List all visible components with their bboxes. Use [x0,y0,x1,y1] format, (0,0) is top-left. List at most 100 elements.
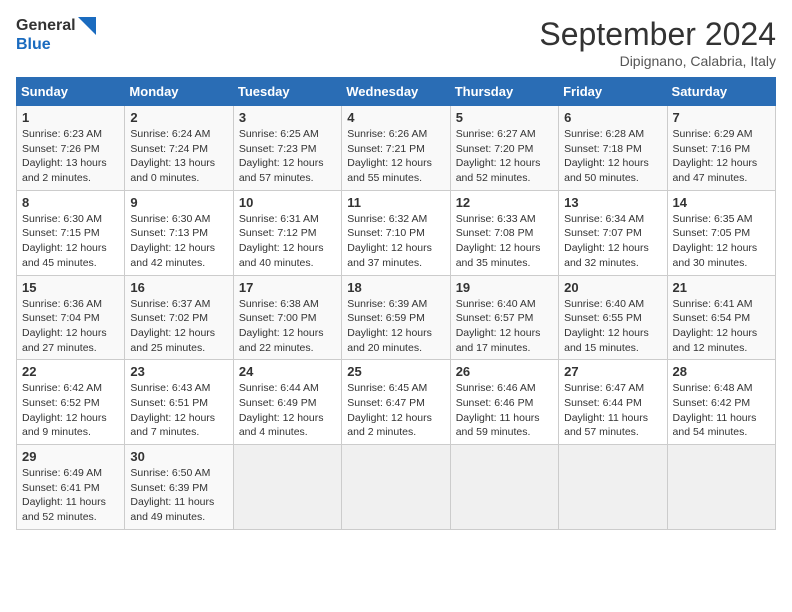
day-number: 2 [130,110,227,125]
calendar-cell: 17 Sunrise: 6:38 AM Sunset: 7:00 PM Dayl… [233,275,341,360]
day-number: 23 [130,364,227,379]
day-number: 9 [130,195,227,210]
day-info: Sunrise: 6:33 AM Sunset: 7:08 PM Dayligh… [456,212,553,271]
calendar-cell: 26 Sunrise: 6:46 AM Sunset: 6:46 PM Dayl… [450,360,558,445]
day-info: Sunrise: 6:23 AM Sunset: 7:26 PM Dayligh… [22,127,119,186]
column-header-saturday: Saturday [667,78,775,106]
day-info: Sunrise: 6:48 AM Sunset: 6:42 PM Dayligh… [673,381,770,440]
calendar-cell [233,445,341,530]
day-number: 18 [347,280,444,295]
logo-text: General Blue [16,16,96,54]
day-info: Sunrise: 6:36 AM Sunset: 7:04 PM Dayligh… [22,297,119,356]
calendar-cell [667,445,775,530]
column-header-thursday: Thursday [450,78,558,106]
calendar-cell: 4 Sunrise: 6:26 AM Sunset: 7:21 PM Dayli… [342,106,450,191]
column-header-monday: Monday [125,78,233,106]
calendar-cell [342,445,450,530]
calendar-cell: 28 Sunrise: 6:48 AM Sunset: 6:42 PM Dayl… [667,360,775,445]
day-number: 14 [673,195,770,210]
calendar-week-4: 22 Sunrise: 6:42 AM Sunset: 6:52 PM Dayl… [17,360,776,445]
calendar-cell: 9 Sunrise: 6:30 AM Sunset: 7:13 PM Dayli… [125,190,233,275]
day-number: 24 [239,364,336,379]
day-info: Sunrise: 6:46 AM Sunset: 6:46 PM Dayligh… [456,381,553,440]
day-number: 21 [673,280,770,295]
calendar-cell: 6 Sunrise: 6:28 AM Sunset: 7:18 PM Dayli… [559,106,667,191]
calendar-cell: 15 Sunrise: 6:36 AM Sunset: 7:04 PM Dayl… [17,275,125,360]
day-info: Sunrise: 6:40 AM Sunset: 6:57 PM Dayligh… [456,297,553,356]
day-number: 19 [456,280,553,295]
calendar-cell: 1 Sunrise: 6:23 AM Sunset: 7:26 PM Dayli… [17,106,125,191]
day-number: 30 [130,449,227,464]
day-info: Sunrise: 6:38 AM Sunset: 7:00 PM Dayligh… [239,297,336,356]
calendar-cell: 18 Sunrise: 6:39 AM Sunset: 6:59 PM Dayl… [342,275,450,360]
logo: General Blue [16,16,96,54]
day-info: Sunrise: 6:45 AM Sunset: 6:47 PM Dayligh… [347,381,444,440]
calendar-cell: 30 Sunrise: 6:50 AM Sunset: 6:39 PM Dayl… [125,445,233,530]
location-subtitle: Dipignano, Calabria, Italy [539,53,776,69]
calendar-cell: 29 Sunrise: 6:49 AM Sunset: 6:41 PM Dayl… [17,445,125,530]
day-number: 8 [22,195,119,210]
day-info: Sunrise: 6:35 AM Sunset: 7:05 PM Dayligh… [673,212,770,271]
calendar-cell: 5 Sunrise: 6:27 AM Sunset: 7:20 PM Dayli… [450,106,558,191]
day-info: Sunrise: 6:31 AM Sunset: 7:12 PM Dayligh… [239,212,336,271]
day-info: Sunrise: 6:42 AM Sunset: 6:52 PM Dayligh… [22,381,119,440]
column-header-wednesday: Wednesday [342,78,450,106]
calendar-cell: 12 Sunrise: 6:33 AM Sunset: 7:08 PM Dayl… [450,190,558,275]
day-number: 29 [22,449,119,464]
day-info: Sunrise: 6:43 AM Sunset: 6:51 PM Dayligh… [130,381,227,440]
day-number: 26 [456,364,553,379]
calendar-cell: 20 Sunrise: 6:40 AM Sunset: 6:55 PM Dayl… [559,275,667,360]
day-number: 10 [239,195,336,210]
day-info: Sunrise: 6:26 AM Sunset: 7:21 PM Dayligh… [347,127,444,186]
day-info: Sunrise: 6:40 AM Sunset: 6:55 PM Dayligh… [564,297,661,356]
day-number: 11 [347,195,444,210]
day-number: 6 [564,110,661,125]
day-number: 22 [22,364,119,379]
day-info: Sunrise: 6:30 AM Sunset: 7:15 PM Dayligh… [22,212,119,271]
calendar-cell: 24 Sunrise: 6:44 AM Sunset: 6:49 PM Dayl… [233,360,341,445]
calendar-table: SundayMondayTuesdayWednesdayThursdayFrid… [16,77,776,530]
calendar-cell: 25 Sunrise: 6:45 AM Sunset: 6:47 PM Dayl… [342,360,450,445]
day-info: Sunrise: 6:37 AM Sunset: 7:02 PM Dayligh… [130,297,227,356]
day-number: 1 [22,110,119,125]
calendar-cell: 7 Sunrise: 6:29 AM Sunset: 7:16 PM Dayli… [667,106,775,191]
day-number: 28 [673,364,770,379]
day-info: Sunrise: 6:41 AM Sunset: 6:54 PM Dayligh… [673,297,770,356]
day-info: Sunrise: 6:50 AM Sunset: 6:39 PM Dayligh… [130,466,227,525]
calendar-cell: 2 Sunrise: 6:24 AM Sunset: 7:24 PM Dayli… [125,106,233,191]
day-info: Sunrise: 6:29 AM Sunset: 7:16 PM Dayligh… [673,127,770,186]
calendar-week-2: 8 Sunrise: 6:30 AM Sunset: 7:15 PM Dayli… [17,190,776,275]
page-header: General Blue September 2024 Dipignano, C… [16,16,776,69]
day-number: 4 [347,110,444,125]
day-number: 15 [22,280,119,295]
day-number: 16 [130,280,227,295]
day-number: 5 [456,110,553,125]
day-number: 3 [239,110,336,125]
day-info: Sunrise: 6:49 AM Sunset: 6:41 PM Dayligh… [22,466,119,525]
calendar-cell: 10 Sunrise: 6:31 AM Sunset: 7:12 PM Dayl… [233,190,341,275]
day-info: Sunrise: 6:28 AM Sunset: 7:18 PM Dayligh… [564,127,661,186]
day-info: Sunrise: 6:30 AM Sunset: 7:13 PM Dayligh… [130,212,227,271]
calendar-cell: 21 Sunrise: 6:41 AM Sunset: 6:54 PM Dayl… [667,275,775,360]
calendar-cell: 22 Sunrise: 6:42 AM Sunset: 6:52 PM Dayl… [17,360,125,445]
calendar-cell [559,445,667,530]
day-info: Sunrise: 6:39 AM Sunset: 6:59 PM Dayligh… [347,297,444,356]
day-number: 17 [239,280,336,295]
calendar-cell: 13 Sunrise: 6:34 AM Sunset: 7:07 PM Dayl… [559,190,667,275]
day-info: Sunrise: 6:44 AM Sunset: 6:49 PM Dayligh… [239,381,336,440]
calendar-cell [450,445,558,530]
calendar-week-3: 15 Sunrise: 6:36 AM Sunset: 7:04 PM Dayl… [17,275,776,360]
calendar-week-5: 29 Sunrise: 6:49 AM Sunset: 6:41 PM Dayl… [17,445,776,530]
header-row: SundayMondayTuesdayWednesdayThursdayFrid… [17,78,776,106]
day-info: Sunrise: 6:34 AM Sunset: 7:07 PM Dayligh… [564,212,661,271]
day-info: Sunrise: 6:47 AM Sunset: 6:44 PM Dayligh… [564,381,661,440]
day-number: 20 [564,280,661,295]
month-title: September 2024 [539,16,776,53]
calendar-cell: 3 Sunrise: 6:25 AM Sunset: 7:23 PM Dayli… [233,106,341,191]
day-info: Sunrise: 6:25 AM Sunset: 7:23 PM Dayligh… [239,127,336,186]
calendar-cell: 16 Sunrise: 6:37 AM Sunset: 7:02 PM Dayl… [125,275,233,360]
day-number: 25 [347,364,444,379]
calendar-cell: 8 Sunrise: 6:30 AM Sunset: 7:15 PM Dayli… [17,190,125,275]
column-header-sunday: Sunday [17,78,125,106]
day-info: Sunrise: 6:27 AM Sunset: 7:20 PM Dayligh… [456,127,553,186]
